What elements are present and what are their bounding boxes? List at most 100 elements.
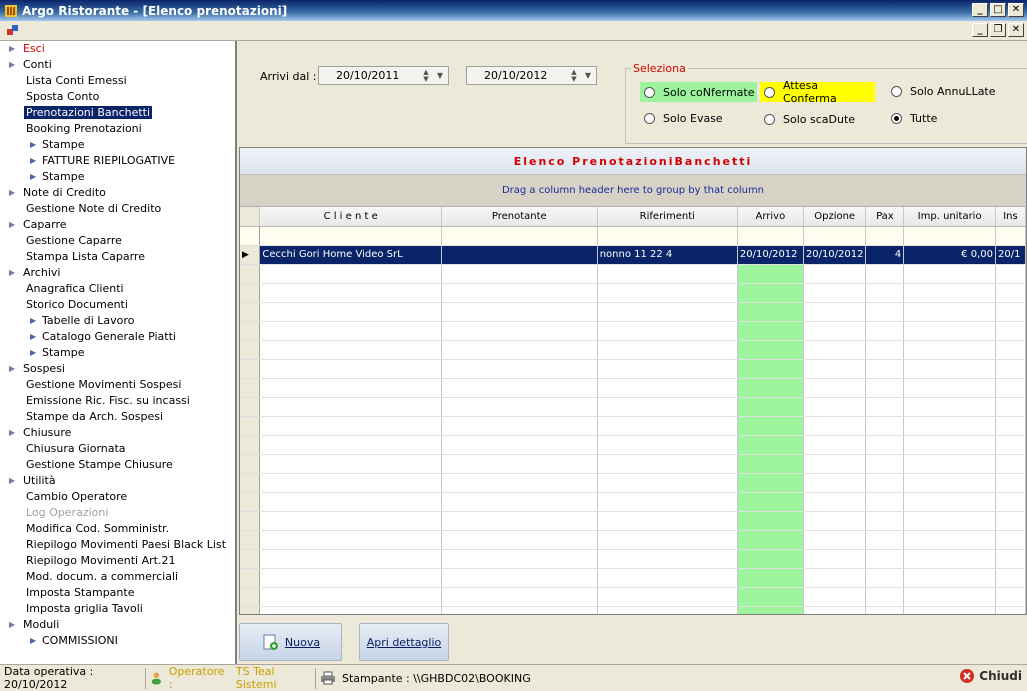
table-cell[interactable] bbox=[903, 397, 996, 417]
sidebar-item[interactable]: Imposta Stampante bbox=[0, 585, 235, 601]
table-cell[interactable] bbox=[903, 587, 996, 607]
table-cell[interactable] bbox=[995, 473, 1026, 493]
table-cell[interactable] bbox=[597, 378, 738, 398]
table-cell[interactable] bbox=[865, 264, 905, 284]
table-cell[interactable] bbox=[737, 359, 804, 379]
table-row[interactable] bbox=[240, 568, 1026, 588]
mdi-close-button[interactable]: ✕ bbox=[1008, 23, 1024, 37]
sidebar-item[interactable]: Riepilogo Movimenti Paesi Black List bbox=[0, 537, 235, 553]
table-row[interactable] bbox=[240, 378, 1026, 398]
sidebar-item[interactable]: ▶ Note di Credito bbox=[0, 185, 235, 201]
column-header[interactable]: Pax bbox=[865, 207, 905, 227]
table-cell[interactable] bbox=[995, 302, 1026, 322]
table-cell[interactable]: Cecchi Gori Home Video SrL bbox=[259, 245, 442, 265]
table-cell[interactable] bbox=[597, 264, 738, 284]
table-cell[interactable] bbox=[737, 530, 804, 550]
row-selector[interactable] bbox=[240, 340, 261, 360]
sidebar-item[interactable]: Prenotazioni Banchetti bbox=[0, 105, 235, 121]
sidebar-item[interactable]: ▶ Stampe bbox=[0, 345, 235, 361]
table-row[interactable] bbox=[240, 454, 1026, 474]
row-selector[interactable] bbox=[240, 549, 261, 569]
table-cell[interactable] bbox=[903, 340, 996, 360]
table-cell[interactable] bbox=[803, 283, 867, 303]
table-cell[interactable] bbox=[259, 321, 442, 341]
minimize-button[interactable]: _ bbox=[972, 3, 988, 17]
table-cell[interactable] bbox=[737, 568, 804, 588]
table-cell[interactable] bbox=[737, 283, 804, 303]
table-cell[interactable] bbox=[903, 321, 996, 341]
row-selector[interactable] bbox=[240, 454, 261, 474]
row-selector[interactable] bbox=[240, 378, 261, 398]
table-cell[interactable]: 20/1 bbox=[995, 245, 1026, 265]
table-row[interactable] bbox=[240, 283, 1026, 303]
filter-cell[interactable] bbox=[597, 226, 738, 246]
expand-arrow-icon[interactable]: ▶ bbox=[9, 361, 15, 377]
row-selector[interactable] bbox=[240, 283, 261, 303]
table-cell[interactable] bbox=[737, 511, 804, 531]
column-header[interactable]: Imp. unitario bbox=[903, 207, 996, 227]
table-cell[interactable] bbox=[803, 359, 867, 379]
table-cell[interactable] bbox=[995, 435, 1026, 455]
expand-arrow-icon[interactable]: ▶ bbox=[30, 169, 36, 185]
table-cell[interactable] bbox=[259, 359, 442, 379]
table-cell[interactable] bbox=[737, 340, 804, 360]
table-cell[interactable] bbox=[803, 397, 867, 417]
table-cell[interactable] bbox=[259, 606, 442, 614]
date-from-spin-icon[interactable]: ▲ ▼ bbox=[420, 68, 432, 83]
table-row[interactable] bbox=[240, 549, 1026, 569]
table-cell[interactable] bbox=[865, 454, 905, 474]
mdi-restore-button[interactable]: ❐ bbox=[990, 23, 1006, 37]
table-cell[interactable] bbox=[597, 454, 738, 474]
table-cell[interactable] bbox=[803, 264, 867, 284]
table-cell[interactable]: nonno 11 22 4 bbox=[597, 245, 738, 265]
expand-arrow-icon[interactable]: ▶ bbox=[9, 41, 15, 57]
table-cell[interactable] bbox=[865, 511, 905, 531]
column-header[interactable]: C l i e n t e bbox=[259, 207, 442, 227]
table-cell[interactable] bbox=[597, 530, 738, 550]
table-cell[interactable] bbox=[803, 511, 867, 531]
table-cell[interactable] bbox=[803, 321, 867, 341]
table-cell[interactable] bbox=[259, 378, 442, 398]
table-cell[interactable] bbox=[995, 416, 1026, 436]
table-cell[interactable] bbox=[259, 435, 442, 455]
row-selector[interactable] bbox=[240, 492, 261, 512]
column-header[interactable]: Prenotante bbox=[441, 207, 598, 227]
table-cell[interactable] bbox=[441, 245, 598, 265]
expand-arrow-icon[interactable]: ▶ bbox=[30, 345, 36, 361]
table-row[interactable] bbox=[240, 435, 1026, 455]
row-selector[interactable] bbox=[240, 359, 261, 379]
table-cell[interactable] bbox=[865, 492, 905, 512]
table-cell[interactable] bbox=[441, 454, 598, 474]
table-row[interactable] bbox=[240, 321, 1026, 341]
date-from-dropdown-icon[interactable]: ▼ bbox=[432, 71, 448, 80]
table-cell[interactable] bbox=[803, 454, 867, 474]
filter-cell[interactable] bbox=[995, 226, 1026, 246]
table-cell[interactable] bbox=[737, 416, 804, 436]
table-cell[interactable] bbox=[259, 416, 442, 436]
expand-arrow-icon[interactable]: ▶ bbox=[30, 313, 36, 329]
table-cell[interactable] bbox=[597, 511, 738, 531]
table-row[interactable] bbox=[240, 302, 1026, 322]
sidebar-item[interactable]: ▶ Utilità bbox=[0, 473, 235, 489]
sidebar-item[interactable]: Imposta griglia Tavoli bbox=[0, 601, 235, 617]
table-cell[interactable] bbox=[803, 378, 867, 398]
filter-cell[interactable] bbox=[865, 226, 905, 246]
sidebar-item[interactable]: Anagrafica Clienti bbox=[0, 281, 235, 297]
table-cell[interactable] bbox=[903, 492, 996, 512]
table-cell[interactable] bbox=[803, 302, 867, 322]
table-cell[interactable] bbox=[995, 397, 1026, 417]
table-cell[interactable] bbox=[803, 435, 867, 455]
table-cell[interactable] bbox=[995, 587, 1026, 607]
table-cell[interactable] bbox=[995, 568, 1026, 588]
table-cell[interactable]: 4 bbox=[865, 245, 905, 265]
table-cell[interactable] bbox=[737, 397, 804, 417]
table-row[interactable]: ▶ Cecchi Gori Home Video SrL nonno 11 22 4… bbox=[240, 245, 1026, 265]
close-button[interactable]: Chiudi bbox=[959, 668, 1022, 684]
table-row[interactable] bbox=[240, 587, 1026, 607]
table-cell[interactable] bbox=[903, 302, 996, 322]
table-cell[interactable] bbox=[903, 568, 996, 588]
table-row[interactable] bbox=[240, 397, 1026, 417]
table-cell[interactable] bbox=[995, 264, 1026, 284]
table-cell[interactable]: € 0,00 bbox=[903, 245, 996, 265]
date-from-picker[interactable]: 20/10/2011 ▲ ▼ ▼ bbox=[318, 66, 449, 85]
